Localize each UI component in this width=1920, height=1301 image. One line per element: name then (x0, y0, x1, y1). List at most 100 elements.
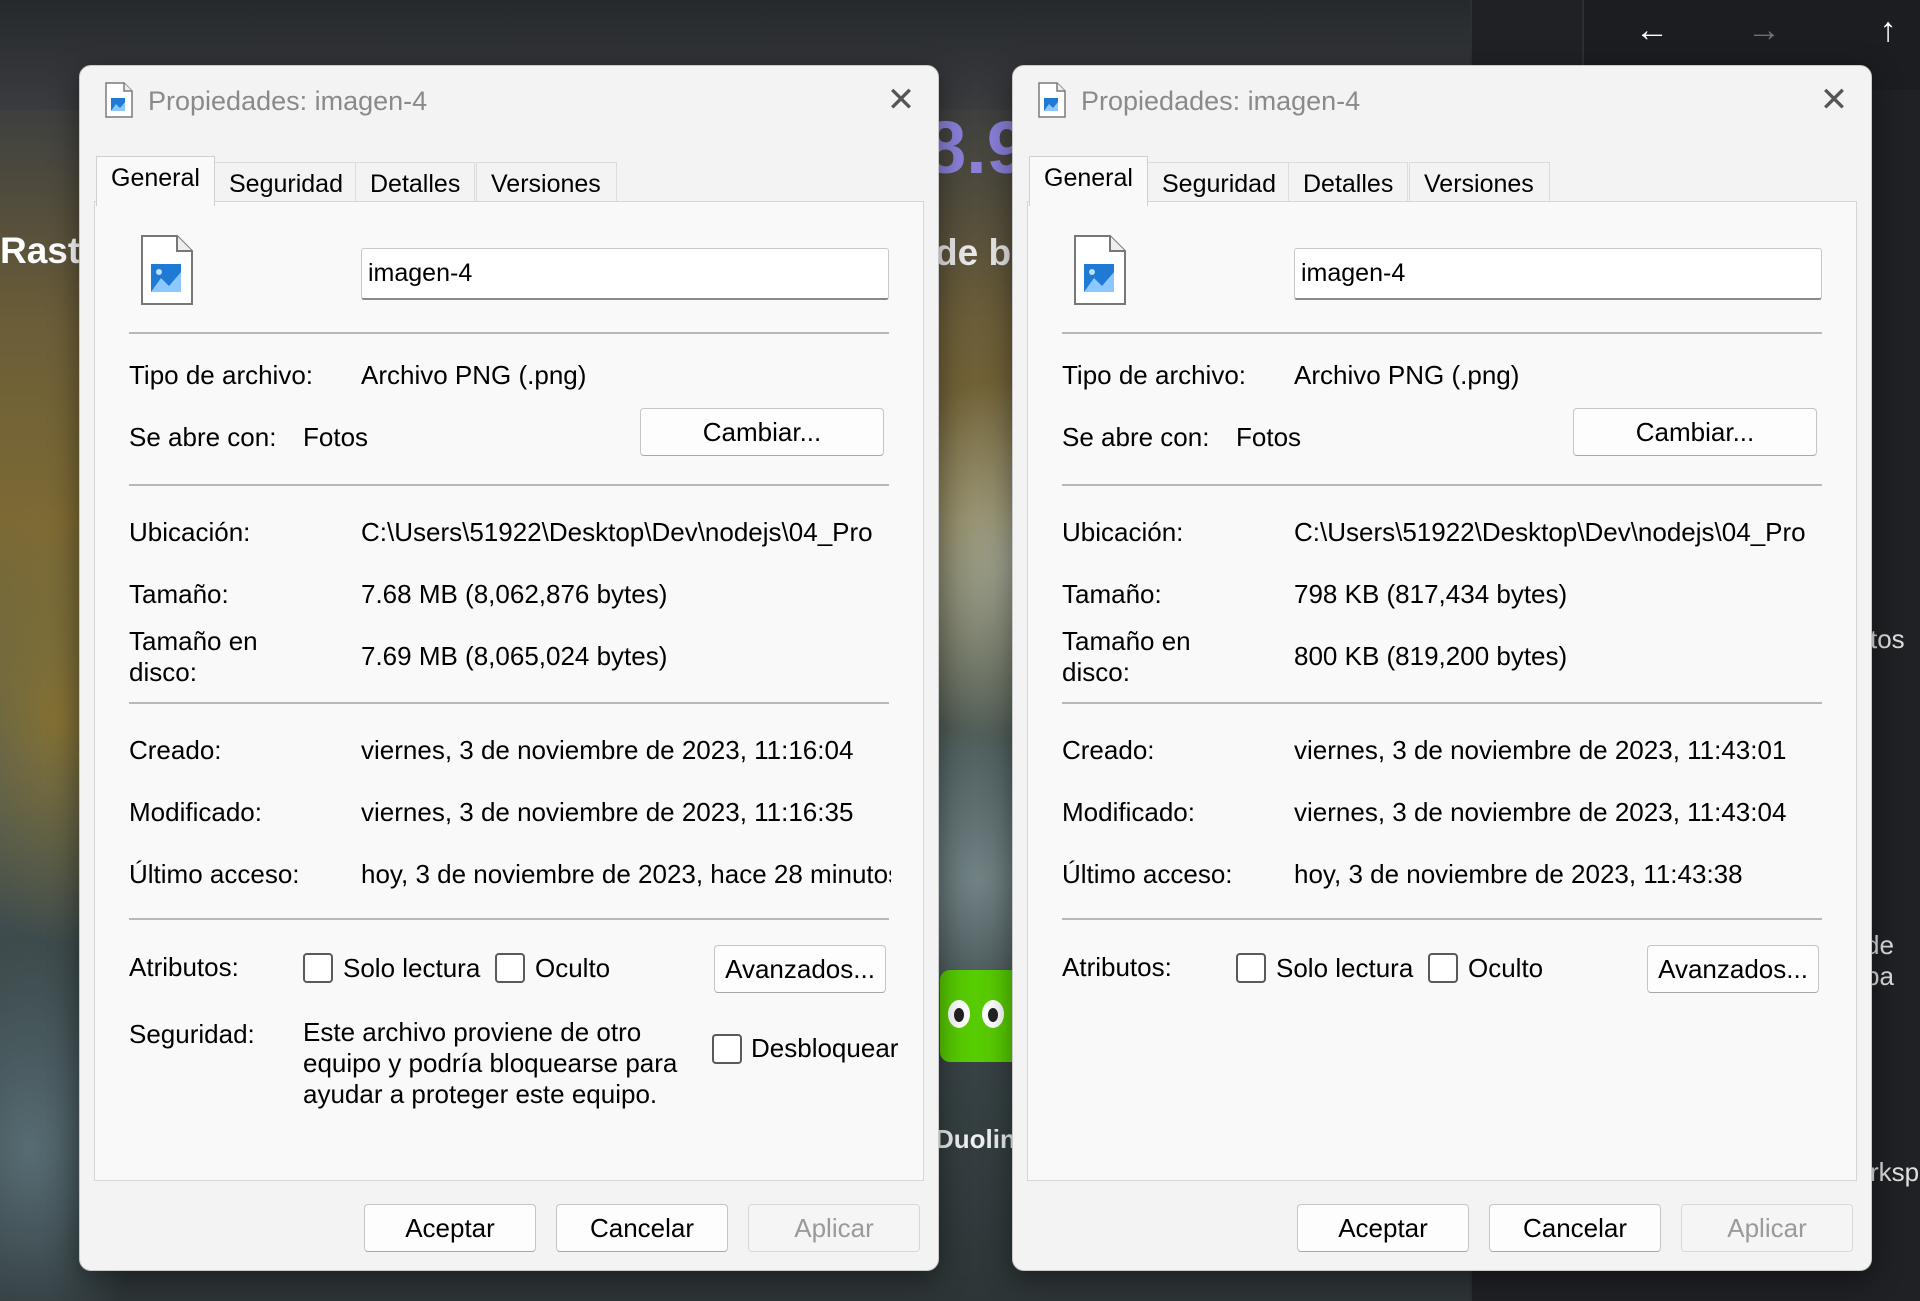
hidden-checkbox[interactable] (1428, 953, 1458, 983)
opens-with-value: Fotos (1236, 422, 1302, 452)
modified-value: viernes, 3 de noviembre de 2023, 11:43:0… (1294, 797, 1787, 827)
location-label: Ubicación: (1062, 517, 1184, 547)
properties-dialog-1: Propiedades: imagen-4 ✕ General Segurida… (79, 65, 939, 1271)
image-file-large-icon (141, 235, 193, 305)
security-message-line: equipo y podría bloquearse para (303, 1048, 678, 1078)
duolingo-owl-icon (940, 970, 1012, 1062)
tab-seguridad[interactable]: Seguridad (214, 162, 358, 206)
file-type-label: Tipo de archivo: (129, 360, 314, 390)
size-label: Tamaño: (129, 579, 229, 609)
hidden-checkbox[interactable] (495, 953, 525, 983)
size-on-disk-label: Tamaño en (1062, 626, 1191, 656)
advanced-button[interactable]: Avanzados... (714, 945, 886, 993)
separator (129, 484, 889, 486)
dialog-title: Propiedades: imagen-4 (1081, 86, 1361, 116)
unblock-label: Desbloquear (751, 1033, 899, 1063)
size-on-disk-label-2: disco: (1062, 657, 1130, 687)
image-file-large-icon (1074, 235, 1126, 305)
separator (1062, 332, 1822, 334)
separator (129, 332, 889, 334)
security-label: Seguridad: (129, 1019, 255, 1049)
separator (1062, 918, 1822, 920)
explorer-side-text-3: rksp (1870, 1157, 1920, 1187)
tab-versiones-anteriores[interactable]: Versiones anteriores (1409, 162, 1551, 240)
modified-label: Modificado: (1062, 797, 1195, 827)
size-on-disk-value: 7.69 MB (8,065,024 bytes) (361, 641, 668, 671)
size-value: 798 KB (817,434 bytes) (1294, 579, 1568, 609)
cancel-button[interactable]: Cancelar (1489, 1204, 1661, 1252)
hidden-label: Oculto (535, 953, 611, 983)
tab-seguridad[interactable]: Seguridad (1147, 162, 1291, 206)
readonly-label: Solo lectura (343, 953, 481, 983)
location-value: C:\Users\51922\Desktop\Dev\nodejs\04_Pro (361, 517, 873, 547)
size-on-disk-label: Tamaño en (129, 626, 258, 656)
separator (1062, 702, 1822, 704)
arrow-up-icon[interactable]: ↑ (1864, 10, 1912, 50)
created-value: viernes, 3 de noviembre de 2023, 11:16:0… (361, 735, 854, 765)
separator (129, 918, 889, 920)
explorer-side-text-1: tos (1870, 624, 1905, 654)
readonly-label: Solo lectura (1276, 953, 1414, 983)
created-label: Creado: (129, 735, 222, 765)
location-label: Ubicación: (129, 517, 251, 547)
opens-with-label: Se abre con: (129, 422, 277, 452)
created-label: Creado: (1062, 735, 1155, 765)
tab-general[interactable]: General (96, 156, 215, 206)
arrow-right-icon[interactable]: → (1740, 10, 1788, 50)
accessed-value: hoy, 3 de noviembre de 2023, hace 28 min… (361, 859, 891, 889)
unblock-checkbox[interactable] (712, 1034, 742, 1064)
size-value: 7.68 MB (8,062,876 bytes) (361, 579, 668, 609)
file-type-label: Tipo de archivo: (1062, 360, 1247, 390)
separator (1062, 484, 1822, 486)
separator (129, 702, 889, 704)
size-label: Tamaño: (1062, 579, 1162, 609)
attributes-label: Atributos: (1062, 952, 1172, 982)
image-file-icon (105, 82, 133, 118)
readonly-checkbox[interactable] (1236, 953, 1266, 983)
attributes-label: Atributos: (129, 952, 239, 982)
size-on-disk-label-2: disco: (129, 657, 197, 687)
size-on-disk-value: 800 KB (819,200 bytes) (1294, 641, 1568, 671)
background-text-rast: Rast (0, 230, 81, 271)
background-text-duolingo: Duolin (935, 1124, 1016, 1154)
accessed-label: Último acceso: (1062, 859, 1233, 889)
background-text-mid: de b (935, 232, 1012, 273)
general-panel: Tipo de archivo: Archivo PNG (.png) Se a… (94, 201, 924, 1181)
file-type-value: Archivo PNG (.png) (1294, 360, 1520, 390)
ok-button[interactable]: Aceptar (364, 1204, 536, 1252)
explorer-side-text-2: de pa (1865, 930, 1894, 991)
location-value: C:\Users\51922\Desktop\Dev\nodejs\04_Pro (1294, 517, 1806, 547)
arrow-left-icon[interactable]: ← (1628, 10, 1676, 50)
modified-label: Modificado: (129, 797, 262, 827)
dialog-title: Propiedades: imagen-4 (148, 86, 428, 116)
advanced-button[interactable]: Avanzados... (1647, 945, 1819, 993)
dialog-titlebar: Propiedades: imagen-4 ✕ (1013, 66, 1871, 136)
tab-detalles[interactable]: Detalles (1288, 162, 1409, 206)
change-button[interactable]: Cambiar... (1573, 408, 1817, 456)
created-value: viernes, 3 de noviembre de 2023, 11:43:0… (1294, 735, 1787, 765)
modified-value: viernes, 3 de noviembre de 2023, 11:16:3… (361, 797, 854, 827)
readonly-checkbox[interactable] (303, 953, 333, 983)
accessed-label: Último acceso: (129, 859, 300, 889)
change-button[interactable]: Cambiar... (640, 408, 884, 456)
close-icon[interactable]: ✕ (878, 80, 924, 122)
close-icon[interactable]: ✕ (1811, 80, 1857, 122)
general-panel: Tipo de archivo: Archivo PNG (.png) Se a… (1027, 201, 1857, 1181)
tab-versiones-anteriores[interactable]: Versiones anteriores (476, 162, 618, 240)
cancel-button[interactable]: Cancelar (556, 1204, 728, 1252)
apply-button[interactable]: Aplicar (748, 1204, 920, 1252)
tab-general[interactable]: General (1029, 156, 1148, 206)
dialog-titlebar: Propiedades: imagen-4 ✕ (80, 66, 938, 136)
file-name-input[interactable] (1294, 248, 1822, 300)
tab-detalles[interactable]: Detalles (355, 162, 476, 206)
properties-dialog-2: Propiedades: imagen-4 ✕ General Segurida… (1012, 65, 1872, 1271)
image-file-icon (1038, 82, 1066, 118)
hidden-label: Oculto (1468, 953, 1544, 983)
ok-button[interactable]: Aceptar (1297, 1204, 1469, 1252)
security-message: Este archivo proviene de otro equipo y p… (303, 1017, 703, 1110)
apply-button[interactable]: Aplicar (1681, 1204, 1853, 1252)
opens-with-value: Fotos (303, 422, 369, 452)
security-message-line: ayudar a proteger este equipo. (303, 1079, 658, 1109)
file-name-input[interactable] (361, 248, 889, 300)
security-message-line: Este archivo proviene de otro (303, 1017, 642, 1047)
